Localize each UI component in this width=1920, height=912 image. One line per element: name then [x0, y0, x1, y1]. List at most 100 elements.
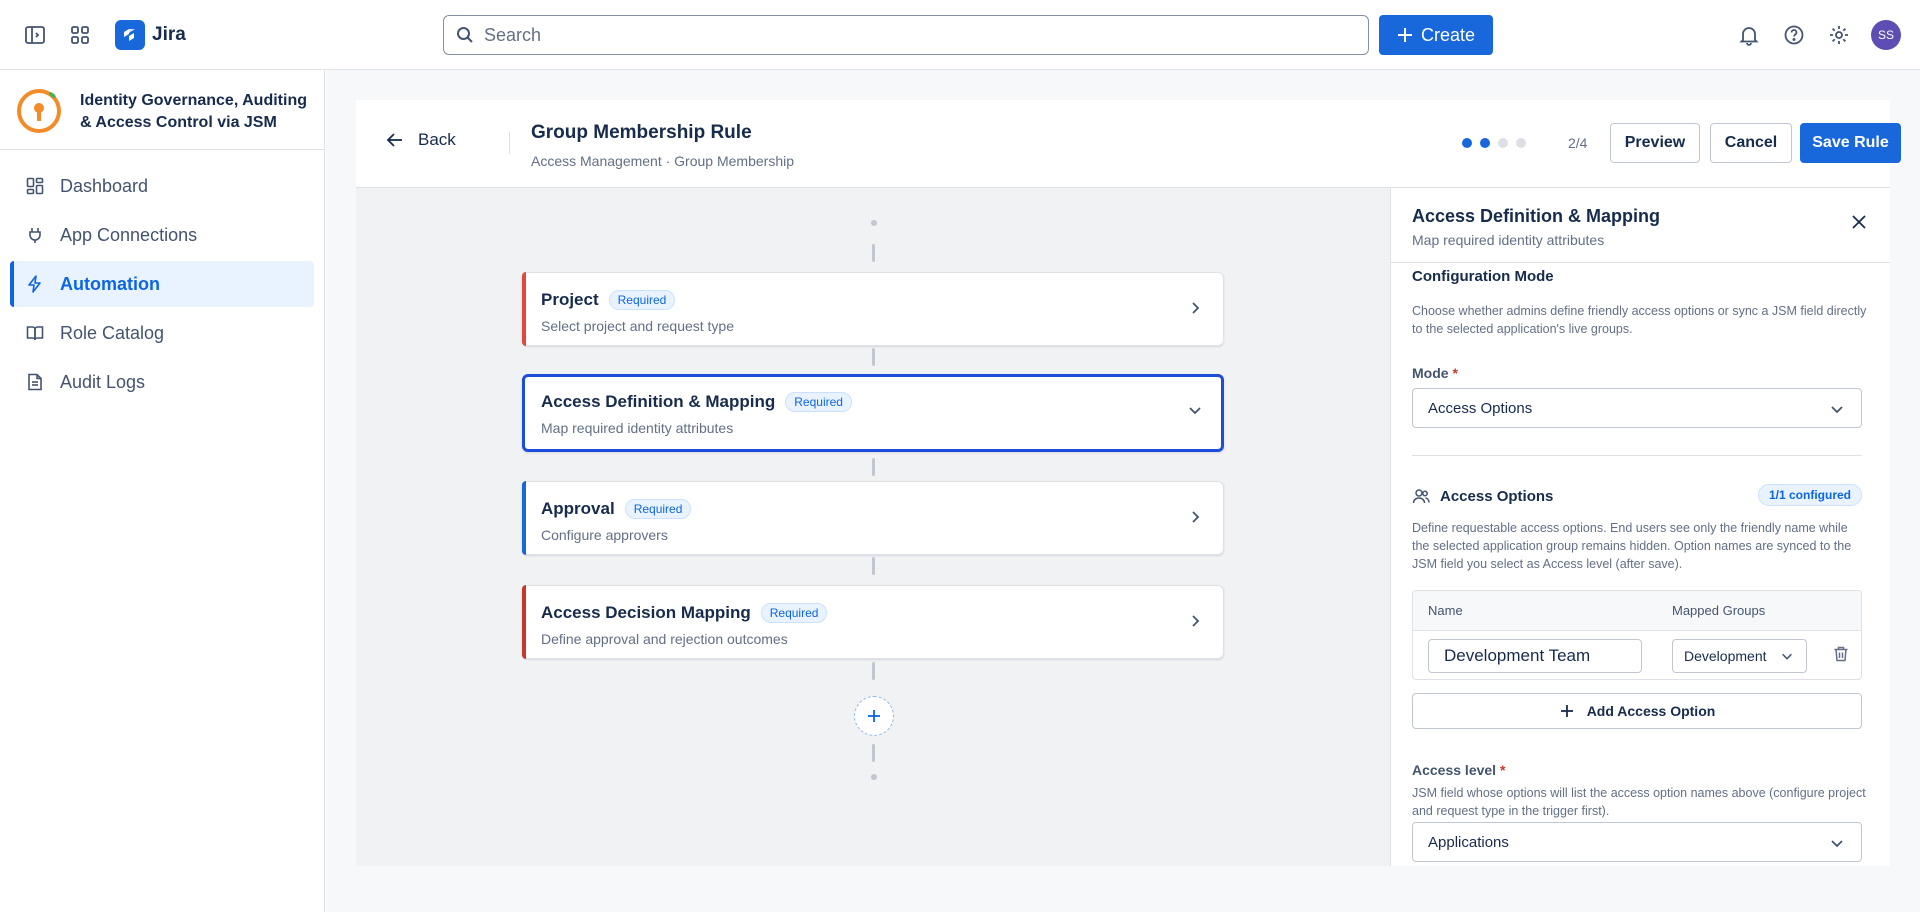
- flow-start-dot: [871, 220, 877, 226]
- chevron-right-icon: [1187, 300, 1203, 316]
- access-level-value: Applications: [1428, 833, 1509, 851]
- app-switcher-icon[interactable]: [66, 21, 94, 49]
- access-options-title: Access Options: [1440, 487, 1554, 505]
- search-icon: [456, 26, 474, 44]
- required-badge: Required: [624, 499, 692, 519]
- mode-select[interactable]: Access Options: [1412, 388, 1862, 428]
- card-title-text: Project: [541, 290, 599, 309]
- column-header-mapped-groups: Mapped Groups: [1672, 603, 1766, 618]
- trash-icon[interactable]: [1832, 645, 1850, 663]
- access-options-help: Define requestable access options. End u…: [1412, 521, 1852, 571]
- flow-connector: [872, 557, 875, 575]
- table-header: Name Mapped Groups: [1413, 591, 1861, 631]
- sidebar-item-automation[interactable]: Automation: [10, 261, 314, 307]
- config-mode-help: Choose whether admins define friendly ac…: [1412, 304, 1867, 336]
- plus-icon: [1559, 703, 1575, 719]
- required-asterisk: *: [1452, 365, 1458, 381]
- flow-card-project[interactable]: Project Required Select project and requ…: [522, 272, 1224, 346]
- rule-header: Back Group Membership Rule Access Manage…: [356, 100, 1901, 188]
- help-icon[interactable]: [1780, 21, 1808, 49]
- search-input[interactable]: [484, 24, 1344, 46]
- arrow-left-icon: [386, 131, 404, 149]
- flow-canvas: Project Required Select project and requ…: [356, 188, 1390, 866]
- document-icon: [25, 372, 45, 392]
- step-dot: [1516, 138, 1526, 148]
- create-button[interactable]: Create: [1379, 15, 1493, 55]
- sidebar-item-label: Automation: [60, 273, 160, 294]
- back-label: Back: [418, 130, 456, 149]
- section-divider: [1412, 455, 1862, 456]
- card-accent: [522, 585, 526, 659]
- option-name-input[interactable]: [1428, 639, 1642, 673]
- config-panel: Access Definition & Mapping Map required…: [1390, 188, 1890, 866]
- required-badge: Required: [608, 290, 676, 310]
- chevron-down-icon: [1187, 402, 1203, 418]
- card-title-text: Access Decision Mapping: [541, 603, 751, 622]
- sidebar-item-audit-logs[interactable]: Audit Logs: [10, 359, 314, 405]
- sidebar-item-label: Dashboard: [60, 175, 149, 196]
- card-subtitle: Select project and request type: [541, 318, 735, 334]
- close-icon[interactable]: [1851, 214, 1867, 230]
- chevron-down-icon: [1829, 401, 1845, 417]
- plus-icon: [866, 708, 882, 724]
- access-level-label: Access level *: [1412, 762, 1505, 778]
- add-step-button[interactable]: [854, 696, 894, 736]
- flow-end-dot: [871, 774, 877, 780]
- flow-connector: [872, 244, 875, 262]
- app-name[interactable]: Jira: [152, 24, 186, 46]
- card-title: Access Definition & Mapping Required: [541, 392, 852, 412]
- panel-title: Access Definition & Mapping: [1412, 206, 1661, 226]
- sidebar: Identity Governance, Auditing & Access C…: [0, 70, 325, 912]
- card-title-text: Approval: [541, 499, 615, 518]
- sidebar-item-label: Audit Logs: [60, 371, 146, 392]
- mapped-group-select[interactable]: Development: [1672, 639, 1807, 673]
- panel-header: Access Definition & Mapping Map required…: [1391, 188, 1890, 263]
- step-dot: [1498, 138, 1508, 148]
- flow-card-approval[interactable]: Approval Required Configure approvers: [522, 481, 1224, 555]
- config-mode-title: Configuration Mode: [1412, 268, 1554, 285]
- sidebar-toggle-icon[interactable]: [21, 21, 49, 49]
- mapped-group-value: Development: [1684, 648, 1767, 664]
- cancel-button[interactable]: Cancel: [1710, 123, 1792, 163]
- card-accent: [522, 481, 526, 555]
- card-title: Approval Required: [541, 499, 692, 519]
- users-icon: [1412, 487, 1430, 505]
- sidebar-item-label: App Connections: [60, 224, 198, 245]
- app-header: Identity Governance, Auditing & Access C…: [0, 70, 324, 150]
- flow-card-access-decision[interactable]: Access Decision Mapping Required Define …: [522, 585, 1224, 659]
- column-header-name: Name: [1428, 603, 1463, 618]
- settings-gear-icon[interactable]: [1825, 21, 1853, 49]
- app-logo-icon: [13, 84, 65, 136]
- sidebar-item-role-catalog[interactable]: Role Catalog: [10, 310, 314, 356]
- top-bar: Jira Create SS: [0, 0, 1920, 70]
- flow-card-access-definition[interactable]: Access Definition & Mapping Required Map…: [522, 374, 1224, 452]
- add-access-option-label: Add Access Option: [1586, 703, 1716, 719]
- plug-icon: [25, 225, 45, 245]
- avatar[interactable]: SS: [1871, 20, 1901, 50]
- jira-logo-icon[interactable]: [115, 20, 145, 50]
- card-title: Access Decision Mapping Required: [541, 603, 828, 623]
- sidebar-item-dashboard[interactable]: Dashboard: [10, 163, 314, 209]
- app-title: Identity Governance, Auditing & Access C…: [80, 92, 307, 131]
- preview-button[interactable]: Preview: [1610, 123, 1700, 163]
- chevron-down-icon: [1829, 835, 1845, 851]
- save-rule-button[interactable]: Save Rule: [1800, 123, 1901, 163]
- card-title-text: Access Definition & Mapping: [541, 392, 776, 411]
- rule-breadcrumb: Access Management · Group Membership: [531, 153, 794, 169]
- search-box[interactable]: [443, 15, 1369, 55]
- add-access-option-button[interactable]: Add Access Option: [1412, 693, 1862, 729]
- card-subtitle: Define approval and rejection outcomes: [541, 631, 788, 647]
- access-level-select[interactable]: Applications: [1412, 822, 1862, 862]
- step-dot: [1480, 138, 1490, 148]
- sidebar-item-app-connections[interactable]: App Connections: [10, 212, 314, 258]
- back-button[interactable]: Back: [386, 130, 456, 150]
- step-indicator: [1462, 138, 1526, 148]
- flow-connector: [872, 662, 875, 680]
- configured-badge: 1/1 configured: [1757, 484, 1862, 506]
- notifications-icon[interactable]: [1735, 21, 1763, 49]
- lightning-icon: [25, 274, 45, 294]
- step-dot: [1462, 138, 1472, 148]
- sidebar-item-label: Role Catalog: [60, 322, 165, 343]
- header-divider: [509, 132, 510, 154]
- required-badge: Required: [785, 392, 852, 412]
